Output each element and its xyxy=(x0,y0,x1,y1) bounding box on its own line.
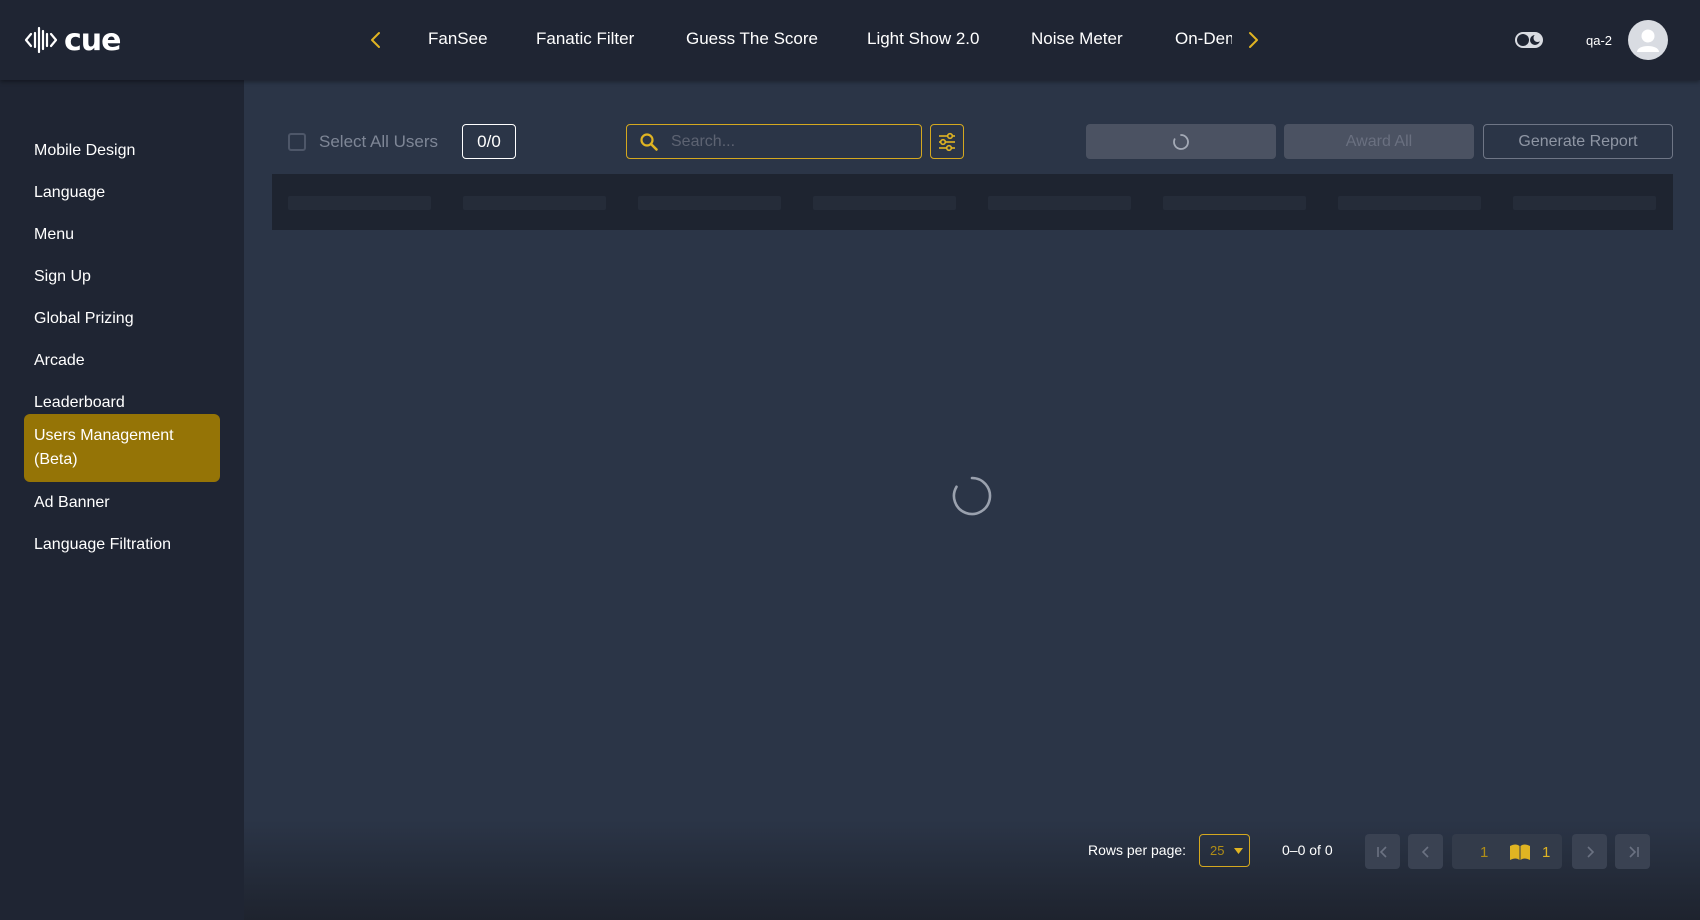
skeleton-cell xyxy=(1338,196,1481,210)
pagination-range: 0–0 of 0 xyxy=(1282,842,1333,858)
current-page-indicator: 1 1 xyxy=(1452,834,1562,869)
sidebar-item-ad-banner[interactable]: Ad Banner xyxy=(24,481,220,525)
search-input[interactable] xyxy=(671,128,911,155)
caret-down-icon xyxy=(1234,848,1243,854)
sidebar-item-menu[interactable]: Menu xyxy=(24,213,220,257)
user-name[interactable]: qa-2 xyxy=(1586,33,1612,48)
sidebar-item-language[interactable]: Language xyxy=(24,171,220,215)
sidebar-item-global-prizing[interactable]: Global Prizing xyxy=(24,297,220,341)
generate-report-button[interactable]: Generate Report xyxy=(1483,124,1673,159)
first-page-button[interactable] xyxy=(1365,834,1400,869)
select-all-label: Select All Users xyxy=(319,132,439,151)
skeleton-cell xyxy=(288,196,431,210)
rows-per-page-value: 25 xyxy=(1210,843,1225,858)
skeleton-cell xyxy=(1513,196,1656,210)
nav-item-guess-the-score[interactable]: Guess The Score xyxy=(686,29,818,49)
rows-per-page-label: Rows per page: xyxy=(1088,842,1187,858)
sidebar-item-mobile-design[interactable]: Mobile Design xyxy=(24,129,220,173)
last-page-button[interactable] xyxy=(1615,834,1650,869)
chevron-right-icon xyxy=(1249,32,1258,48)
user-avatar-icon xyxy=(1637,29,1659,52)
first-page-icon xyxy=(1376,845,1387,858)
sidebar-item-sign-up[interactable]: Sign Up xyxy=(24,255,220,299)
last-page-icon xyxy=(1628,845,1639,858)
sidebar: Mobile Design Language Menu Sign Up Glob… xyxy=(0,80,244,920)
nav-item-light-show[interactable]: Light Show 2.0 xyxy=(867,29,979,49)
table-header-skeleton xyxy=(272,174,1673,230)
skeleton-cell xyxy=(813,196,956,210)
selected-count: 0/0 xyxy=(462,124,516,159)
sidebar-item-arcade[interactable]: Arcade xyxy=(24,339,220,383)
nav-scroll-right-button[interactable] xyxy=(1239,26,1267,54)
skeleton-cell xyxy=(1163,196,1306,210)
spinner-icon xyxy=(1173,133,1189,150)
current-page: 1 xyxy=(1480,844,1489,861)
brand-name: cue xyxy=(64,22,121,58)
select-all-checkbox[interactable] xyxy=(288,133,306,151)
rows-per-page-select[interactable]: 25 xyxy=(1199,834,1250,867)
previous-page-icon xyxy=(1421,845,1429,858)
skeleton-cell xyxy=(638,196,781,210)
award-all-button[interactable]: Award All xyxy=(1284,124,1474,159)
theme-toggle-icon[interactable] xyxy=(1514,30,1544,50)
nav-item-fanatic-filter[interactable]: Fanatic Filter xyxy=(536,29,634,49)
loading-button[interactable] xyxy=(1086,124,1276,159)
filter-sliders-icon xyxy=(939,132,955,151)
logo-icon xyxy=(24,26,58,54)
top-bar: cue FanSee Fanatic Filter Guess The Scor… xyxy=(0,0,1700,80)
total-pages: 1 xyxy=(1542,844,1551,861)
nav-scroll-left-button[interactable] xyxy=(362,26,390,54)
previous-page-button[interactable] xyxy=(1408,834,1443,869)
book-icon xyxy=(1510,844,1530,860)
search-icon xyxy=(640,133,658,151)
search-field[interactable] xyxy=(626,124,922,159)
skeleton-cell xyxy=(988,196,1131,210)
filter-button[interactable] xyxy=(930,124,964,159)
nav-item-fansee[interactable]: FanSee xyxy=(428,29,488,49)
sidebar-item-users-management[interactable]: Users Management (Beta) xyxy=(24,414,220,482)
sidebar-item-language-filtration[interactable]: Language Filtration xyxy=(24,523,220,567)
nav-item-on-demand[interactable]: On-Demand xyxy=(1175,29,1232,49)
loading-spinner-icon xyxy=(952,476,992,516)
feature-nav: FanSee Fanatic Filter Guess The Score Li… xyxy=(402,0,1232,80)
next-page-button[interactable] xyxy=(1572,834,1607,869)
nav-item-noise-meter[interactable]: Noise Meter xyxy=(1031,29,1123,49)
skeleton-cell xyxy=(463,196,606,210)
avatar[interactable] xyxy=(1628,20,1668,60)
main-content: Select All Users 0/0 Award All Generate … xyxy=(244,80,1700,920)
chevron-left-icon xyxy=(371,32,380,48)
brand-logo[interactable]: cue xyxy=(24,20,121,60)
next-page-icon xyxy=(1586,845,1594,858)
